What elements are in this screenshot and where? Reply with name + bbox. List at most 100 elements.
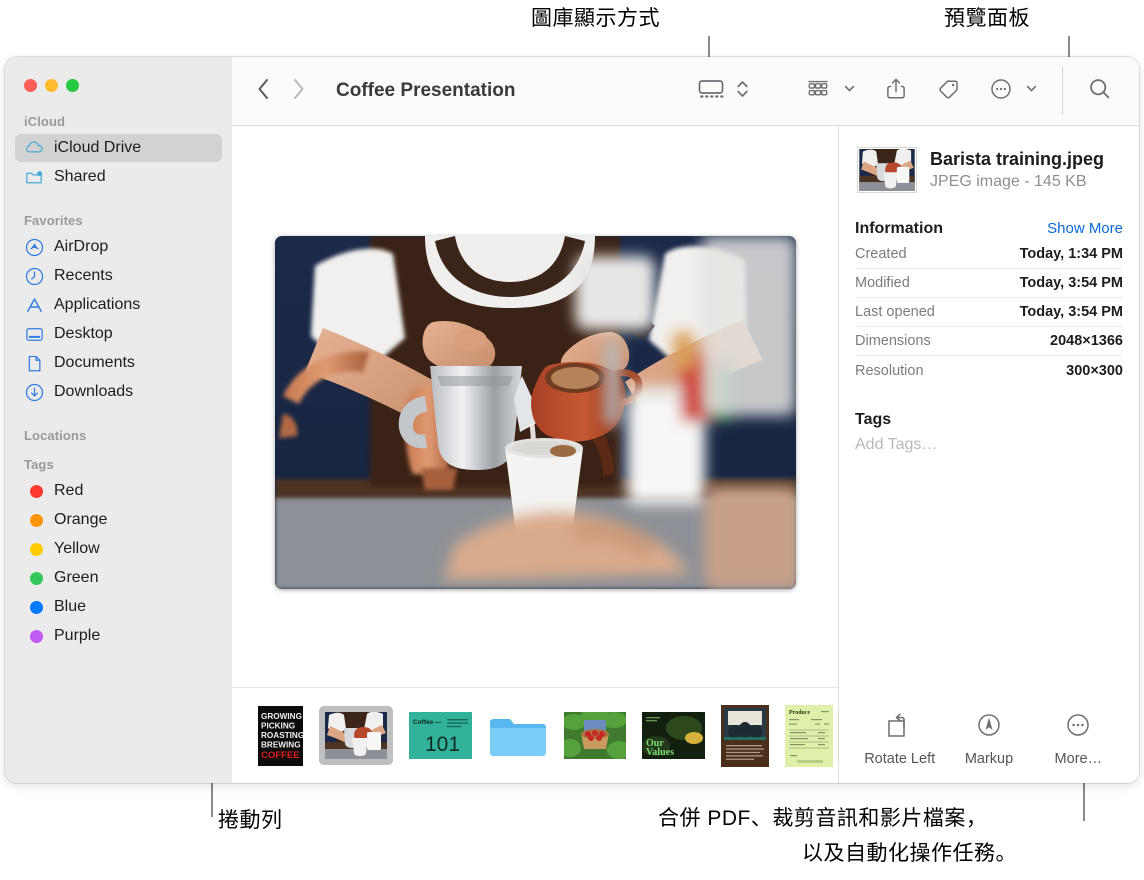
forward-icon[interactable] [291,77,306,106]
sidebar-item-tag-green[interactable]: Green [15,564,222,592]
filmstrip-item-meeting-document[interactable] [721,704,769,767]
clock-icon [24,266,45,287]
info-key: Resolution [855,362,924,379]
gallery-view-button[interactable] [682,57,764,125]
info-row-created: Created Today, 1:34 PM [855,240,1123,269]
zoom-button[interactable] [66,79,79,92]
group-by-icon [805,77,831,106]
info-value: 300×300 [1066,362,1123,379]
sidebar-item-recents[interactable]: Recents [15,262,222,290]
search-icon [1087,76,1113,107]
filmstrip-item-coffee-poster[interactable]: GROWING PICKING ROASTING BREWING COFFEE [258,705,303,766]
sidebar-item-airdrop[interactable]: AirDrop [15,233,222,261]
filmstrip-item-coffee-101[interactable]: Coffee — 101 [409,712,472,759]
tag-dot-icon [24,568,45,589]
finder-window: iCloud iCloud Drive Shared Favorites Air… [5,57,1139,783]
close-button[interactable] [24,79,37,92]
sidebar-item-shared[interactable]: Shared [15,163,222,191]
hero-image-barista-training[interactable] [274,236,796,589]
sidebar-item-desktop[interactable]: Desktop [15,320,222,348]
navigation-arrows [256,77,306,106]
svg-text:Coffee —: Coffee — [413,719,442,726]
show-more-link[interactable]: Show More [1047,220,1123,237]
svg-text:Values: Values [646,747,674,758]
filmstrip-item-folder[interactable] [488,712,548,760]
sidebar-section-locations: Locations [24,428,87,443]
airdrop-icon [24,237,45,258]
sidebar-item-label: Yellow [54,540,100,557]
rotate-left-label: Rotate Left [864,751,936,767]
preview-file-name: Barista training.jpeg [930,148,1105,169]
sidebar-item-label: Orange [54,511,108,528]
info-row-last-opened: Last opened Today, 3:54 PM [855,298,1123,327]
group-by-button[interactable] [790,57,871,125]
search-button[interactable] [1067,57,1139,125]
sidebar-item-label: AirDrop [54,238,109,255]
preview-file-meta: Barista training.jpeg JPEG image - 145 K… [930,149,1104,192]
preview-file-kind: JPEG image - 145 KB [930,173,1087,191]
svg-text:COFFEE: COFFEE [261,750,300,761]
filmstrip[interactable]: GROWING PICKING ROASTING BREWING COFFEE [232,687,838,783]
tag-dot-icon [24,510,45,531]
svg-text:101: 101 [425,733,460,756]
more-actions-button[interactable] [975,57,1052,125]
rotate-left-icon [885,711,915,744]
info-key: Modified [855,275,910,291]
markup-button[interactable]: Markup [944,711,1033,767]
sidebar-item-tag-red[interactable]: Red [15,477,222,505]
tags-title: Tags [855,411,892,428]
info-value: Today, 3:54 PM [1019,275,1123,291]
info-row-modified: Modified Today, 3:54 PM [855,269,1123,298]
information-title: Information [855,220,943,237]
sidebar-item-icloud-drive[interactable]: iCloud Drive [15,134,222,162]
sidebar-item-label: Applications [54,296,141,313]
filmstrip-item-our-values[interactable]: Our Values [642,712,705,759]
sidebar-item-label: iCloud Drive [54,139,142,156]
tag-dot-icon [24,597,45,618]
back-icon[interactable] [256,77,271,106]
info-row-resolution: Resolution 300×300 [855,356,1123,385]
filmstrip-item-coffee-berries[interactable] [564,712,626,759]
rotate-left-button[interactable]: Rotate Left [855,711,944,767]
annotation-more-actions-line1: 合併 PDF、裁剪音訊和影片檔案， [658,807,988,830]
more-button[interactable]: More… [1034,711,1123,767]
share-button[interactable] [871,57,921,125]
tag-button[interactable] [921,57,975,125]
sidebar-item-tag-blue[interactable]: Blue [15,593,222,621]
stepper-icon[interactable] [736,76,749,107]
sidebar-item-label: Shared [54,168,106,185]
info-row-dimensions: Dimensions 2048×1366 [855,327,1123,356]
main-column: Coffee Presentation GROWING PICKING ROAS… [232,57,1139,783]
minimize-button[interactable] [45,79,58,92]
svg-text:PICKING: PICKING [261,721,295,730]
content-area: GROWING PICKING ROASTING BREWING COFFEE [232,126,1139,783]
filmstrip-item-green-receipt[interactable]: Produce [785,704,833,767]
sidebar: iCloud iCloud Drive Shared Favorites Air… [5,57,232,783]
filmstrip-item-barista-training[interactable] [319,706,393,765]
info-key: Last opened [855,304,935,320]
preview-actions: Rotate Left Markup More… [855,711,1123,783]
add-tags-field[interactable]: Add Tags… [855,436,1123,454]
svg-text:Produce: Produce [789,710,811,716]
sidebar-item-tag-purple[interactable]: Purple [15,622,222,650]
chevron-down-icon [1025,82,1038,100]
info-value: 2048×1366 [1050,333,1123,349]
sidebar-item-documents[interactable]: Documents [15,349,222,377]
sidebar-item-tag-yellow[interactable]: Yellow [15,535,222,563]
sidebar-item-downloads[interactable]: Downloads [15,378,222,406]
tag-dot-icon [24,539,45,560]
sidebar-item-applications[interactable]: Applications [15,291,222,319]
more-ellipsis-icon [1064,711,1092,744]
sidebar-item-label: Green [54,569,99,586]
sidebar-item-tag-orange[interactable]: Orange [15,506,222,534]
information-section-header: Information Show More [855,220,1123,238]
more-label: More… [1054,751,1103,767]
svg-text:ROASTING: ROASTING [261,731,303,740]
information-table: Created Today, 1:34 PM Modified Today, 3… [855,240,1123,385]
toolbar-right-group [682,57,1139,125]
gallery-view-icon [697,77,725,106]
shared-folder-icon [24,167,45,188]
document-icon [24,353,45,374]
page-title: Coffee Presentation [336,80,516,101]
desktop-icon [24,324,45,345]
